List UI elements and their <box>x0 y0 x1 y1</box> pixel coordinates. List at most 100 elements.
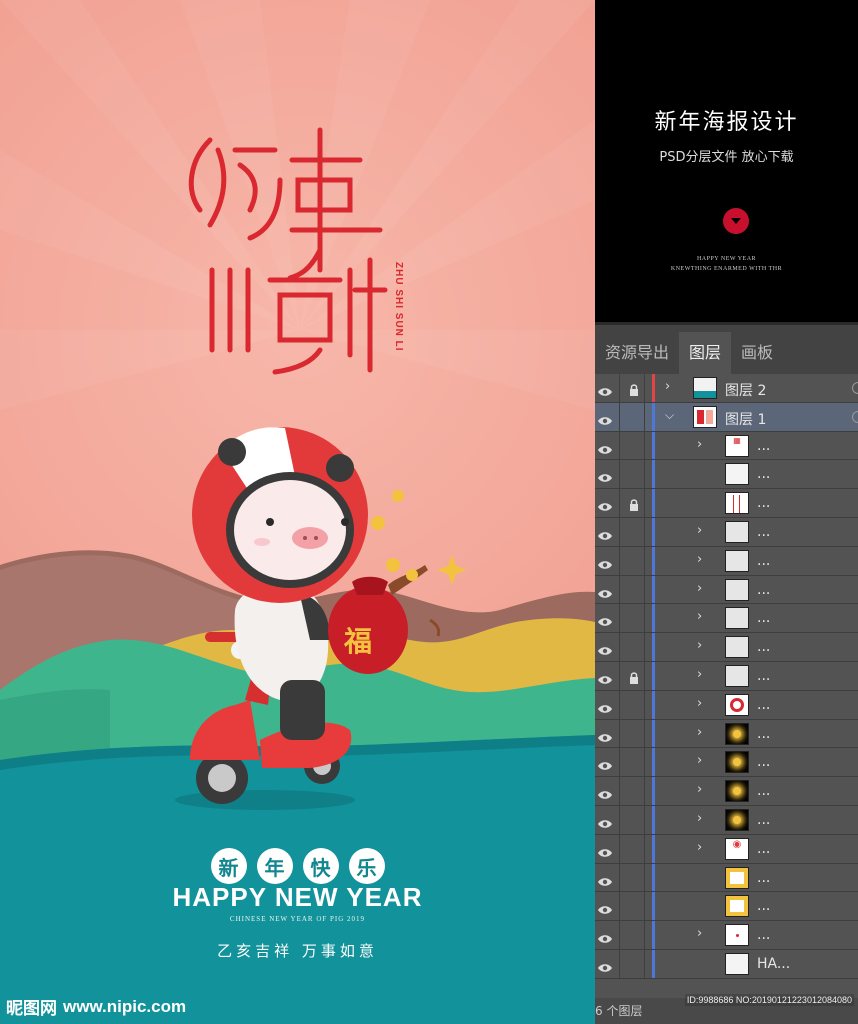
chevron-right-icon[interactable]: › <box>697 667 702 682</box>
visibility-eye-icon[interactable] <box>597 728 613 742</box>
layer-row[interactable]: HA... <box>595 949 858 979</box>
visibility-eye-icon[interactable] <box>597 526 613 540</box>
visibility-eye-icon[interactable] <box>597 612 613 627</box>
layer-row[interactable]: ›... <box>595 517 858 547</box>
layer-row[interactable]: ... <box>595 489 858 518</box>
chevron-right-icon[interactable]: › <box>697 638 702 653</box>
layer-name[interactable]: 图层 1 <box>725 409 766 429</box>
chevron-right-icon[interactable]: › <box>697 552 702 567</box>
layer-row[interactable]: ›... <box>595 690 858 720</box>
layer-row[interactable]: ›... <box>595 633 858 662</box>
chevron-right-icon[interactable]: › <box>697 609 702 624</box>
chevron-right-icon[interactable]: › <box>697 782 702 797</box>
layer-effects-icon[interactable] <box>852 382 858 394</box>
tab-layers[interactable]: 图层 <box>679 332 732 374</box>
lock-icon[interactable] <box>629 669 639 684</box>
layer-row[interactable]: ›... <box>595 546 858 576</box>
visibility-eye-icon[interactable] <box>597 641 613 655</box>
layer-effects-icon[interactable] <box>852 410 858 423</box>
layer-thumbnail <box>725 866 749 889</box>
layer-name[interactable]: ... <box>757 610 770 626</box>
visibility-eye-icon[interactable] <box>597 555 613 569</box>
chevron-right-icon[interactable]: › <box>697 696 702 711</box>
layer-name[interactable]: ... <box>757 495 770 511</box>
layer-row[interactable]: › ◉... <box>595 834 858 864</box>
visibility-eye-icon[interactable] <box>597 756 613 771</box>
layer-row[interactable]: ›... <box>595 661 858 691</box>
visibility-eye-icon[interactable] <box>597 900 613 915</box>
chevron-right-icon[interactable]: › <box>665 379 670 394</box>
chevron-down-icon[interactable]: ⌵ <box>665 408 674 423</box>
tab-artboards[interactable]: 画板 <box>731 332 783 374</box>
visibility-eye-icon[interactable] <box>597 699 613 713</box>
layer-name[interactable]: ... <box>757 841 770 857</box>
layer-color-bar <box>652 374 655 402</box>
tab-asset-export[interactable]: 资源导出 <box>595 332 679 374</box>
visibility-eye-icon[interactable] <box>597 785 613 799</box>
lock-icon[interactable] <box>629 496 639 512</box>
layer-thumbnail <box>693 377 717 399</box>
layer-row[interactable]: ›... <box>595 575 858 605</box>
visibility-eye-icon[interactable] <box>597 411 613 425</box>
layer-name[interactable]: ... <box>757 927 770 943</box>
visibility-eye-icon[interactable] <box>597 872 613 886</box>
layer-name[interactable]: ... <box>757 524 770 540</box>
chevron-right-icon[interactable]: › <box>697 753 702 768</box>
layer-name[interactable]: ... <box>757 754 770 770</box>
visibility-eye-icon[interactable] <box>597 584 613 598</box>
greeting-char: 乐 <box>348 848 385 884</box>
layer-color-bar <box>652 748 655 777</box>
layer-name[interactable]: ... <box>757 812 770 828</box>
layer-thumbnail <box>725 895 749 918</box>
layer-name[interactable]: ... <box>757 553 770 569</box>
chevron-right-icon[interactable]: › <box>697 725 702 740</box>
layer-row[interactable]: ›... <box>595 805 858 835</box>
layer-color-bar <box>652 431 655 460</box>
visibility-eye-icon[interactable] <box>597 929 613 943</box>
visibility-eye-icon[interactable] <box>597 497 613 511</box>
layer-row[interactable]: ›... <box>595 604 858 634</box>
layer-row[interactable]: ›... <box>595 777 858 806</box>
chevron-right-icon[interactable]: › <box>697 437 702 452</box>
layer-row[interactable]: ... <box>595 460 858 490</box>
layer-name[interactable]: 图层 2 <box>725 380 766 400</box>
layer-row[interactable]: ... <box>595 863 858 893</box>
layer-color-bar <box>652 604 655 633</box>
watermark: 昵图网 www.nipic.com <box>6 994 186 1020</box>
visibility-eye-icon[interactable] <box>597 670 613 684</box>
visibility-eye-icon[interactable] <box>597 468 613 483</box>
layer-row[interactable]: ... <box>595 892 858 922</box>
visibility-eye-icon[interactable] <box>597 382 613 396</box>
layer-row[interactable]: ›... <box>595 719 858 749</box>
greeting-row: 新 年 快 乐 <box>0 848 595 884</box>
download-arrow-icon[interactable] <box>723 208 749 234</box>
layer-row[interactable]: ⌵ 图层 1 <box>595 402 858 432</box>
layer-name[interactable]: ... <box>757 668 770 684</box>
layer-name[interactable]: ... <box>757 726 770 742</box>
layer-name[interactable]: ... <box>757 438 770 454</box>
layer-name[interactable]: ... <box>757 466 770 482</box>
chevron-right-icon[interactable]: › <box>697 811 702 826</box>
visibility-eye-icon[interactable] <box>597 843 613 857</box>
layer-name[interactable]: ... <box>757 898 770 914</box>
layer-color-bar <box>652 921 655 949</box>
chevron-right-icon[interactable]: › <box>697 581 702 596</box>
layer-name[interactable]: ... <box>757 783 770 799</box>
layer-row[interactable]: › 图层 2 <box>595 374 858 403</box>
layer-name[interactable]: HA... <box>757 956 790 972</box>
layer-color-bar <box>652 402 655 431</box>
visibility-eye-icon[interactable] <box>597 958 613 972</box>
layer-name[interactable]: ... <box>757 697 770 713</box>
visibility-eye-icon[interactable] <box>597 440 613 454</box>
layer-row[interactable]: ›... <box>595 748 858 778</box>
layer-name[interactable]: ... <box>757 582 770 598</box>
layer-name[interactable]: ... <box>757 870 770 886</box>
lock-icon[interactable] <box>629 381 639 396</box>
layer-name[interactable]: ... <box>757 639 770 655</box>
layer-row[interactable]: › ▦... <box>595 431 858 461</box>
layer-row[interactable]: ›... <box>595 921 858 950</box>
chevron-right-icon[interactable]: › <box>697 840 702 855</box>
chevron-right-icon[interactable]: › <box>697 523 702 538</box>
visibility-eye-icon[interactable] <box>597 814 613 828</box>
chevron-right-icon[interactable]: › <box>697 926 702 941</box>
